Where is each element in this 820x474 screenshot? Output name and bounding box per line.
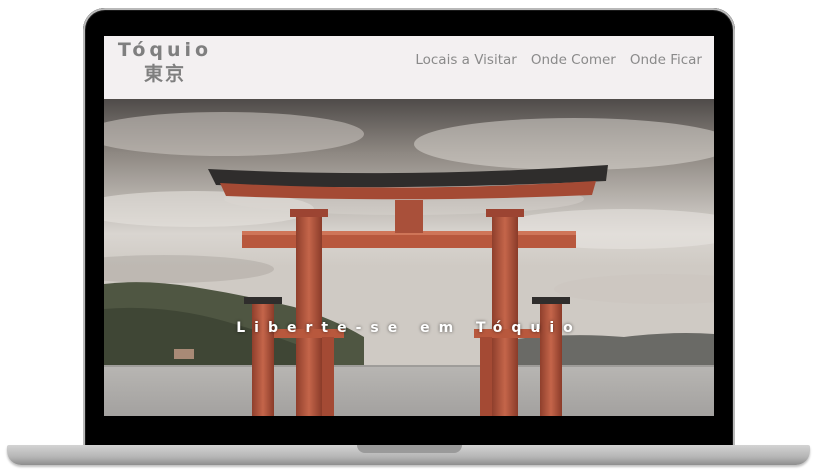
logo-kanji-text: 東京 — [143, 63, 186, 85]
hero-banner: Liberte-se em Tóquio — [104, 99, 714, 416]
torii-gate-image — [104, 99, 714, 416]
hero-title: Liberte-se em Tóquio — [236, 320, 582, 336]
site-header: Tóquio 東京 Locais a Visitar Onde Comer On… — [104, 36, 714, 99]
nav-link-places[interactable]: Locais a Visitar — [415, 52, 516, 68]
browser-screen: Tóquio 東京 Locais a Visitar Onde Comer On… — [104, 36, 714, 416]
nav-link-eat[interactable]: Onde Comer — [531, 52, 616, 68]
nav-link-stay[interactable]: Onde Ficar — [630, 52, 702, 68]
logo-latin-text: Tóquio — [117, 39, 213, 61]
main-nav: Locais a Visitar Onde Comer Onde Ficar — [415, 52, 702, 68]
site-logo[interactable]: Tóquio 東京 — [115, 38, 215, 86]
laptop-notch — [357, 445, 462, 453]
